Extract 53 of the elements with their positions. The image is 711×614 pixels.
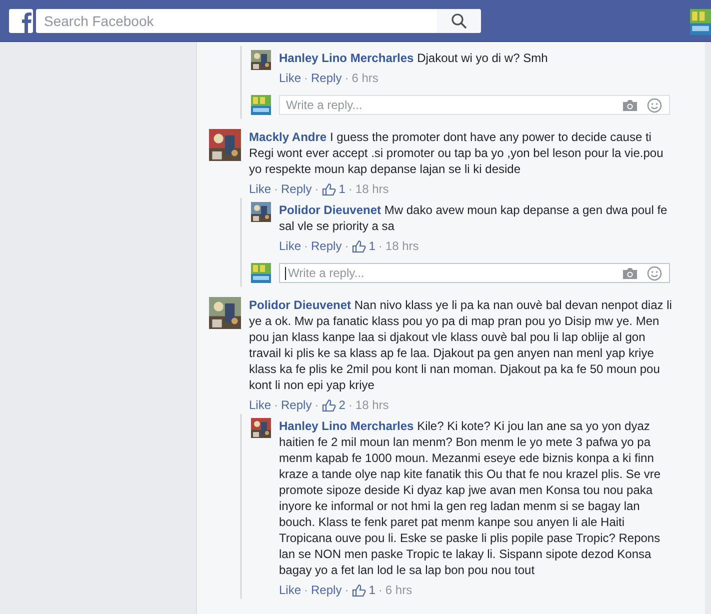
camera-icon[interactable]	[622, 267, 638, 280]
separator-dot: ·	[378, 239, 382, 253]
comment-text: Hanley Lino Mercharles Kile? Ki kote? Ki jou lan ane sa yo yon dyaz haitien fe 2 mil moun lan menm? Bon menm le yo mete 3 pafwa yo pa menm kapab fe 1000 moun. Mezanmi eseye ede biznis konpa a ki finn kraze a tande olye nap kite fanatik this Ou that fe nou krazel plis. Se vre promote sipoze deside Ki dyaz kap jwe avan men Konsa tou nou paka inyore ke informal or not hmi la gen reg ladan menm si se bagay lan bouch. Klass te fenk paret pat menm kanpe sou anyen li ale Haiti Tropicana ouve pou li. Eske se paske li plis popile pase Tropic? Repons lan se NON men paske Tropic te lakay li. Sispann sipote dezod Konsa bagay yo a fet lan lod le sa lap bon pou nou tout	[279, 418, 662, 578]
thumbs-up-icon	[352, 584, 366, 596]
separator-dot: ·	[274, 398, 278, 412]
search-button[interactable]	[437, 8, 481, 32]
action-link[interactable]: Reply	[311, 71, 342, 85]
reply-field[interactable]: Write a reply...	[279, 263, 670, 283]
action-link[interactable]: Like	[279, 583, 302, 597]
action-link[interactable]: Reply	[281, 398, 312, 412]
comment-text: Polidor Dieuvenet Nan nivo klass ye li pa ka nan ouvè bal devan nenpot diaz li ye a ok. Mw pa fanatic klass pou yo pa di map pran pou yo Disip mw ye. Men pou jan klass kanpe laa si djakout vle klass ouvè bal pou li lap oblije al gon travail ki plis ke sa klass ap fe laa. Djakout pa gen anyen nan menl yap kriye klass ka fe plis ke 2mil pou kont li nan moman. Djakout pa ka fe 50 moun pou kont li non epi yap kriye	[249, 297, 673, 393]
action-link[interactable]: Like	[279, 239, 302, 253]
timestamp: 6 hrs	[352, 71, 378, 85]
search-input[interactable]: Search Facebook	[36, 8, 437, 32]
separator-dot: ·	[348, 182, 352, 196]
separator-dot: ·	[304, 71, 308, 85]
separator-dot: ·	[344, 239, 349, 253]
comment-text: Hanley Lino Mercharles Djakout wi yo di w? Smh	[279, 50, 549, 66]
separator-dot: ·	[274, 182, 278, 196]
action-link[interactable]: Reply	[311, 583, 342, 597]
action-link[interactable]: Like	[249, 182, 272, 196]
separator-dot: ·	[378, 583, 382, 597]
action-link[interactable]: Like	[249, 398, 272, 412]
timestamp: 18 hrs	[385, 239, 419, 253]
separator-dot: ·	[344, 71, 349, 85]
action-link[interactable]: Reply	[311, 239, 342, 253]
action-link[interactable]: Reply	[281, 182, 312, 196]
timestamp: 6 hrs	[385, 583, 412, 597]
separator-dot: ·	[314, 182, 319, 196]
camera-icon[interactable]	[622, 99, 638, 112]
separator-dot: ·	[304, 583, 308, 597]
text-cursor	[285, 267, 286, 280]
like-count: 2	[338, 398, 346, 412]
search-icon	[451, 12, 467, 28]
smiley-icon[interactable]	[647, 266, 662, 281]
action-link[interactable]: Like	[279, 71, 302, 85]
like-count: 1	[338, 182, 346, 196]
timestamp: 18 hrs	[355, 182, 389, 196]
comment-text: Mackly Andre I guess the promoter dont have any power to decide cause ti Regi wont ever accept .si promoter ou tap ba yo ,yon bel leson pour la vie.pou yo respekte moun kap depanse lajan se li ki deside	[249, 129, 664, 177]
like-count: 1	[368, 239, 376, 253]
separator-dot: ·	[344, 583, 349, 597]
smiley-icon[interactable]	[647, 98, 662, 113]
separator-dot: ·	[348, 398, 352, 412]
thumbs-up-icon	[322, 398, 336, 412]
timestamp: 18 hrs	[355, 398, 389, 412]
comment-text: Polidor Dieuvenet Mw dako avew moun kap depanse a gen dwa poul fe sal vle se priority a sa	[279, 202, 668, 234]
thumbs-up-icon	[322, 182, 336, 196]
like-count: 1	[368, 583, 376, 597]
separator-dot: ·	[314, 398, 319, 412]
facebook-logo[interactable]	[9, 8, 33, 32]
thumbs-up-icon	[352, 240, 366, 252]
separator-dot: ·	[304, 239, 308, 253]
reply-field[interactable]: Write a reply...	[279, 95, 670, 115]
